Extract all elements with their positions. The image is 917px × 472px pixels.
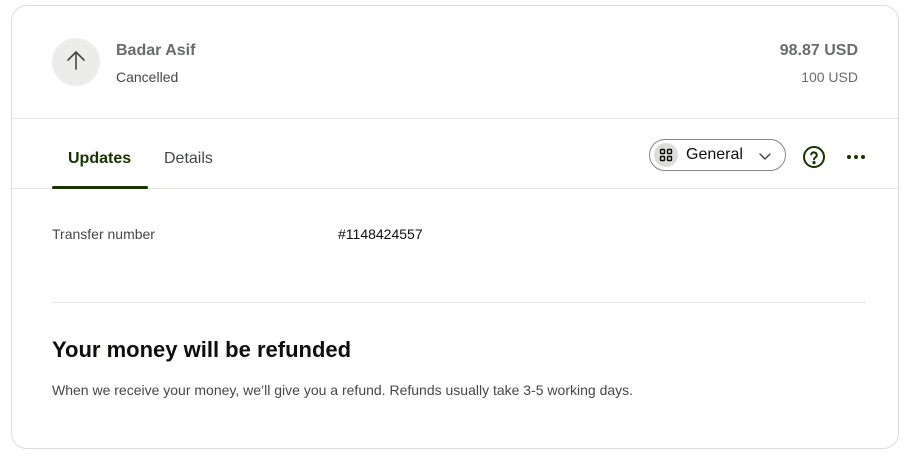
- transfer-header: Badar Asif Cancelled 98.87 USD 100 USD: [12, 6, 898, 119]
- active-tab-indicator: [52, 186, 148, 189]
- view-selector-dropdown[interactable]: General: [649, 139, 786, 171]
- recipient-name: Badar Asif: [116, 42, 196, 59]
- transfer-amount-sent: 100 USD: [801, 69, 858, 85]
- tab-details[interactable]: Details: [164, 150, 213, 168]
- transfer-card: Badar Asif Cancelled 98.87 USD 100 USD U…: [11, 5, 899, 449]
- transfer-amount: 98.87 USD: [779, 42, 858, 59]
- tabs-bar: Updates Details General: [12, 119, 898, 189]
- arrow-up-icon: [64, 48, 88, 77]
- transfer-status: Cancelled: [116, 69, 179, 85]
- transfer-avatar: [52, 38, 100, 86]
- help-circle-icon[interactable]: [802, 145, 826, 169]
- chevron-down-icon: [757, 148, 773, 169]
- refund-description: When we receive your money, we’ll give y…: [52, 382, 634, 398]
- view-selector-label: General: [686, 146, 743, 163]
- more-horizontal-icon[interactable]: [844, 145, 868, 169]
- tab-updates[interactable]: Updates: [68, 150, 131, 168]
- section-divider: [52, 302, 866, 303]
- refund-heading: Your money will be refunded: [52, 337, 352, 362]
- transfer-number-label: Transfer number: [52, 226, 155, 242]
- transfer-number-value: #1148424557: [338, 226, 423, 242]
- grid-icon: [654, 143, 678, 167]
